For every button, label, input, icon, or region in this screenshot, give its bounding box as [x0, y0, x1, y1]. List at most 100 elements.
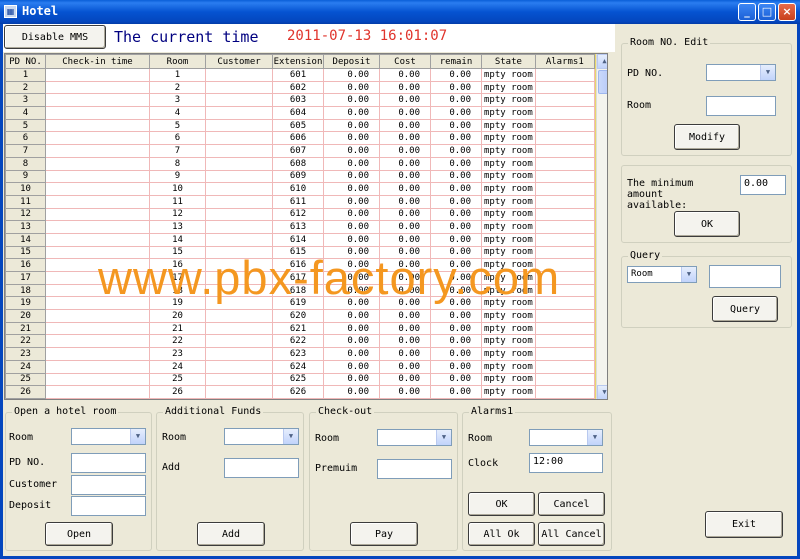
cell-remain[interactable]: 0.00 [430, 157, 482, 171]
cell-checkin-time[interactable] [45, 68, 150, 82]
cell-state[interactable]: mpty room [481, 322, 536, 336]
cell-checkin-time[interactable] [45, 170, 150, 184]
cell-alarms1[interactable] [535, 106, 595, 120]
cell-room[interactable]: 9 [149, 170, 206, 184]
cell-cost[interactable]: 0.00 [379, 309, 431, 323]
cell-pd-no[interactable]: 5 [5, 118, 46, 133]
cell-extension[interactable]: 623 [272, 347, 324, 361]
table-row[interactable]: 13 13 613 0.00 0.00 0.00 mpty room [5, 220, 595, 234]
cell-pd-no[interactable]: 13 [5, 220, 46, 234]
cell-deposit[interactable]: 0.00 [323, 322, 380, 336]
cell-alarms1[interactable] [535, 170, 595, 184]
cell-pd-no[interactable]: 22 [5, 334, 46, 349]
table-row[interactable]: 10 10 610 0.00 0.00 0.00 mpty room [5, 182, 595, 196]
cell-cost[interactable]: 0.00 [379, 322, 431, 336]
cell-extension[interactable]: 620 [272, 309, 324, 323]
table-row[interactable]: 23 23 623 0.00 0.00 0.00 mpty room [5, 347, 595, 361]
cell-remain[interactable]: 0.00 [430, 144, 482, 158]
checkout-premium-input[interactable] [377, 459, 452, 479]
cell-room[interactable]: 11 [149, 195, 206, 209]
cell-deposit[interactable]: 0.00 [323, 170, 380, 184]
maximize-icon[interactable]: □ [758, 3, 776, 21]
cell-pd-no[interactable]: 1 [5, 68, 46, 82]
cell-cost[interactable]: 0.00 [379, 195, 431, 209]
cell-alarms1[interactable] [535, 208, 595, 222]
alarm-cancel-button[interactable]: Cancel [538, 492, 605, 516]
cell-customer[interactable] [205, 233, 273, 247]
cell-checkin-time[interactable] [45, 322, 150, 336]
open-room-deposit-input[interactable] [71, 496, 146, 516]
cell-pd-no[interactable]: 18 [5, 283, 46, 298]
cell-deposit[interactable]: 0.00 [323, 106, 380, 120]
cell-customer[interactable] [205, 131, 273, 146]
cell-state[interactable]: mpty room [481, 373, 536, 387]
table-row[interactable]: 11 11 611 0.00 0.00 0.00 mpty room [5, 194, 595, 209]
cell-pd-no[interactable]: 20 [5, 309, 46, 323]
table-row[interactable]: 9 9 609 0.00 0.00 0.00 mpty room [5, 169, 595, 184]
column-header-room[interactable]: Room [149, 54, 206, 69]
cell-pd-no[interactable]: 12 [5, 207, 46, 222]
cell-customer[interactable] [205, 93, 273, 108]
table-row[interactable]: 12 12 612 0.00 0.00 0.00 mpty room [5, 207, 595, 222]
cell-checkin-time[interactable] [45, 373, 150, 387]
table-row[interactable]: 20 20 620 0.00 0.00 0.00 mpty room [5, 309, 595, 323]
cell-deposit[interactable]: 0.00 [323, 373, 380, 387]
cell-extension[interactable]: 622 [272, 334, 324, 349]
cell-state[interactable]: mpty room [481, 144, 536, 158]
add-funds-button[interactable]: Add [197, 522, 265, 546]
cell-remain[interactable]: 0.00 [430, 68, 482, 82]
checkout-room-select[interactable]: ▼ [377, 429, 452, 446]
cell-remain[interactable]: 0.00 [430, 182, 482, 196]
funds-room-select[interactable]: ▼ [224, 428, 299, 445]
cell-deposit[interactable]: 0.00 [323, 233, 380, 247]
vertical-scrollbar[interactable]: ▲ ▼ [596, 54, 607, 399]
cell-extension[interactable]: 601 [272, 68, 324, 82]
cell-alarms1[interactable] [535, 360, 595, 374]
cell-customer[interactable] [205, 106, 273, 120]
cell-pd-no[interactable]: 7 [5, 144, 46, 158]
cell-checkin-time[interactable] [45, 157, 150, 171]
table-row[interactable]: 5 5 605 0.00 0.00 0.00 mpty room [5, 118, 595, 133]
cell-state[interactable]: mpty room [481, 119, 536, 133]
alarm-all-cancel-button[interactable]: All Cancel [538, 522, 605, 546]
cell-customer[interactable] [205, 81, 273, 95]
cell-alarms1[interactable] [535, 347, 595, 361]
alarm-all-ok-button[interactable]: All Ok [468, 522, 535, 546]
cell-pd-no[interactable]: 9 [5, 169, 46, 184]
cell-state[interactable]: mpty room [481, 131, 536, 146]
room-edit-pd-select[interactable]: ▼ [706, 64, 776, 81]
alarms-room-select[interactable]: ▼ [529, 429, 603, 446]
cell-extension[interactable]: 611 [272, 195, 324, 209]
cell-customer[interactable] [205, 208, 273, 222]
cell-deposit[interactable]: 0.00 [323, 81, 380, 95]
cell-remain[interactable]: 0.00 [430, 322, 482, 336]
cell-checkin-time[interactable] [45, 347, 150, 361]
table-row[interactable]: 8 8 608 0.00 0.00 0.00 mpty room [5, 156, 595, 171]
cell-checkin-time[interactable] [45, 220, 150, 234]
alarms-clock-input[interactable]: 12:00 [529, 453, 603, 473]
cell-state[interactable]: mpty room [481, 233, 536, 247]
cell-customer[interactable] [205, 309, 273, 323]
cell-alarms1[interactable] [535, 334, 595, 349]
funds-add-input[interactable] [224, 458, 299, 478]
pay-button[interactable]: Pay [350, 522, 418, 546]
table-row[interactable]: 3 3 603 0.00 0.00 0.00 mpty room [5, 93, 595, 108]
cell-cost[interactable]: 0.00 [379, 360, 431, 374]
cell-remain[interactable]: 0.00 [430, 334, 482, 349]
cell-room[interactable]: 2 [149, 81, 206, 95]
cell-room[interactable]: 8 [149, 157, 206, 171]
cell-cost[interactable]: 0.00 [379, 233, 431, 247]
cell-deposit[interactable]: 0.00 [323, 360, 380, 374]
cell-room[interactable]: 6 [149, 131, 206, 146]
cell-cost[interactable]: 0.00 [379, 81, 431, 95]
cell-cost[interactable]: 0.00 [379, 208, 431, 222]
cell-state[interactable]: mpty room [481, 385, 536, 399]
cell-cost[interactable]: 0.00 [379, 93, 431, 108]
cell-state[interactable]: mpty room [481, 182, 536, 196]
cell-checkin-time[interactable] [45, 208, 150, 222]
cell-remain[interactable]: 0.00 [430, 220, 482, 234]
cell-room[interactable]: 14 [149, 233, 206, 247]
open-room-room-select[interactable]: ▼ [71, 428, 146, 445]
cell-state[interactable]: mpty room [481, 93, 536, 108]
open-room-pd-input[interactable] [71, 453, 146, 473]
